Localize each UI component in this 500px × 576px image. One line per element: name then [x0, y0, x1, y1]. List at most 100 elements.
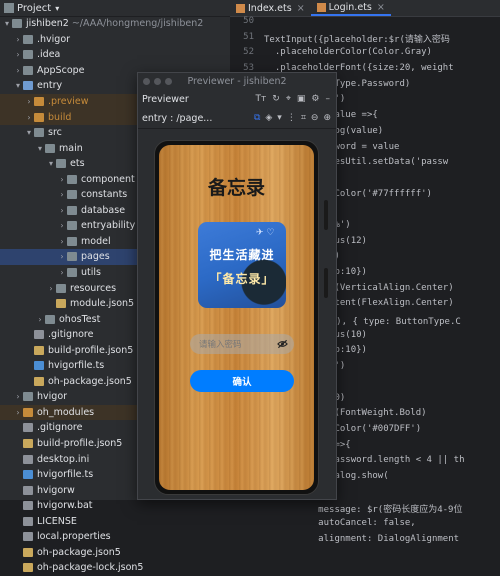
code-line[interactable]: TextInput({placeholder:$r(请输入密码: [264, 32, 500, 48]
code-line[interactable]: alignment: DialogAlignment: [264, 534, 500, 550]
close-tab-icon[interactable]: ×: [377, 2, 385, 13]
tree-item-hvigorw-bat[interactable]: hvigorw.bat: [0, 498, 230, 514]
font-size-icon[interactable]: Tт: [256, 94, 267, 104]
folder-icon: [23, 34, 33, 44]
code-line[interactable]: [264, 16, 500, 32]
component-tree-icon[interactable]: ⧉: [254, 113, 260, 123]
editor-tab[interactable]: Login.ets ×: [310, 0, 391, 16]
maximize-window-icon[interactable]: [165, 78, 172, 85]
chevron-down-icon[interactable]: ▾: [277, 113, 282, 123]
tree-item-hvigor[interactable]: › .hvigor: [0, 32, 230, 48]
chevron-right-icon[interactable]: ›: [57, 206, 67, 215]
hero-image: ✈ ♡ 把生活藏进 「备忘录」: [198, 222, 286, 308]
editor-tab[interactable]: Index.ets ×: [230, 0, 311, 16]
tree-item-label: hvigorw: [37, 484, 75, 496]
chevron-right-icon[interactable]: ›: [57, 221, 67, 230]
chevron-down-icon[interactable]: ▾: [46, 159, 56, 168]
tree-item-local-properties[interactable]: local.properties: [0, 529, 230, 545]
more-icon[interactable]: ⋮: [287, 113, 296, 123]
chevron-down-icon[interactable]: ▾: [55, 4, 59, 13]
tree-item-label: oh-package.json5: [48, 375, 132, 387]
tree-item-idea[interactable]: › .idea: [0, 47, 230, 63]
chevron-right-icon[interactable]: ›: [57, 237, 67, 246]
previewer-titlebar[interactable]: Previewer - jishiben2: [138, 73, 336, 90]
line-number: 50: [243, 16, 254, 26]
layers-icon[interactable]: ◈: [265, 113, 272, 123]
folder-icon: [4, 3, 14, 13]
refresh-icon[interactable]: ↻: [272, 94, 280, 104]
tree-item-label: build-profile.json5: [37, 438, 123, 450]
zoom-out-icon[interactable]: ⊖: [311, 113, 319, 123]
chevron-right-icon[interactable]: ›: [57, 190, 67, 199]
file-icon: [23, 516, 33, 526]
tree-item-jishiben2[interactable]: ▾ jishiben2 ~/AAA/hongmeng/jishiben2: [0, 16, 230, 32]
file-icon: [34, 330, 44, 340]
password-input[interactable]: 请输入密码: [190, 334, 294, 354]
chevron-down-icon[interactable]: ▾: [13, 81, 23, 90]
zoom-in-icon[interactable]: ⊕: [323, 113, 331, 123]
entry-selector[interactable]: entry : /page...: [142, 113, 212, 124]
folder-icon: [45, 143, 55, 153]
chevron-right-icon[interactable]: ›: [57, 252, 67, 261]
chevron-right-icon[interactable]: ›: [24, 97, 34, 106]
code-line[interactable]: message: $r(密码长度应为4-9位: [264, 502, 500, 518]
preview-canvas: 备忘录 ✈ ♡ 把生活藏进 「备忘录」 请输入密码 确认: [138, 130, 336, 499]
paper-plane-icon: ✈ ♡: [256, 228, 275, 238]
tree-item-label: src: [48, 127, 62, 139]
tree-item-label: hvigorw.bat: [37, 500, 93, 512]
minimize-panel-icon[interactable]: –: [326, 94, 331, 104]
chevron-right-icon[interactable]: ›: [35, 315, 45, 324]
tree-item-label: desktop.ini: [37, 453, 90, 465]
chevron-down-icon[interactable]: ▾: [35, 144, 45, 153]
file-icon: [34, 361, 44, 371]
file-icon: [23, 423, 33, 433]
fit-screen-icon[interactable]: ⌗: [301, 113, 306, 123]
chevron-right-icon[interactable]: ›: [46, 284, 56, 293]
chevron-right-icon[interactable]: ›: [13, 66, 23, 75]
chevron-right-icon[interactable]: ›: [57, 175, 67, 184]
tree-item-oh-package-json5[interactable]: oh-package.json5: [0, 545, 230, 561]
dock-icon[interactable]: ▣: [297, 94, 306, 104]
phone-volume-button: [324, 200, 328, 230]
chevron-right-icon[interactable]: ›: [13, 50, 23, 59]
inspect-icon[interactable]: ⌖: [286, 94, 291, 104]
chevron-down-icon[interactable]: ▾: [2, 19, 12, 28]
chevron-right-icon[interactable]: ›: [24, 113, 34, 122]
confirm-button[interactable]: 确认: [190, 370, 294, 392]
tree-item-label: .gitignore: [48, 329, 94, 341]
tree-item-label: oh-package.json5: [37, 546, 121, 558]
gear-icon[interactable]: ⚙: [311, 94, 319, 104]
eye-hidden-icon[interactable]: [277, 339, 288, 349]
tree-item-label: AppScope: [37, 64, 85, 76]
previewer-panel-label: Previewer: [142, 93, 189, 105]
previewer-window[interactable]: Previewer - jishiben2 Previewer Tт ↻ ⌖ ▣…: [137, 72, 337, 500]
tree-item-oh-package-lock-json5[interactable]: oh-package-lock.json5: [0, 560, 230, 576]
folder-icon: [34, 128, 44, 138]
tree-item-label: pages: [81, 251, 110, 263]
code-line[interactable]: autoCancel: false,: [264, 518, 500, 534]
chevron-right-icon[interactable]: ›: [13, 35, 23, 44]
folder-icon: [67, 268, 77, 278]
tree-item-label: hvigorfile.ts: [48, 360, 105, 372]
password-placeholder: 请输入密码: [199, 340, 242, 350]
previewer-entry-bar: entry : /page... ⧉ ◈ ▾ ⋮ ⌗ ⊖ ⊕: [138, 108, 336, 129]
tree-item-label: oh_modules: [37, 406, 95, 418]
minimize-window-icon[interactable]: [154, 78, 161, 85]
line-number: 51: [243, 31, 254, 42]
tree-item-label: model: [81, 235, 111, 247]
tree-item-label: entry: [37, 80, 63, 92]
project-header[interactable]: Project ▾: [0, 0, 230, 17]
file-icon: [23, 470, 33, 480]
chevron-right-icon[interactable]: ›: [13, 408, 23, 417]
editor-tab-label: Index.ets: [248, 2, 292, 14]
folder-icon: [34, 112, 44, 122]
file-icon: [34, 345, 44, 355]
close-window-icon[interactable]: [143, 78, 150, 85]
close-tab-icon[interactable]: ×: [297, 3, 305, 14]
chevron-down-icon[interactable]: ▾: [24, 128, 34, 137]
folder-icon: [23, 407, 33, 417]
chevron-right-icon[interactable]: ›: [57, 268, 67, 277]
chevron-right-icon[interactable]: ›: [13, 392, 23, 401]
tree-item-license[interactable]: LICENSE: [0, 514, 230, 530]
code-line[interactable]: .placeholderColor(Color.Gray): [264, 47, 500, 63]
